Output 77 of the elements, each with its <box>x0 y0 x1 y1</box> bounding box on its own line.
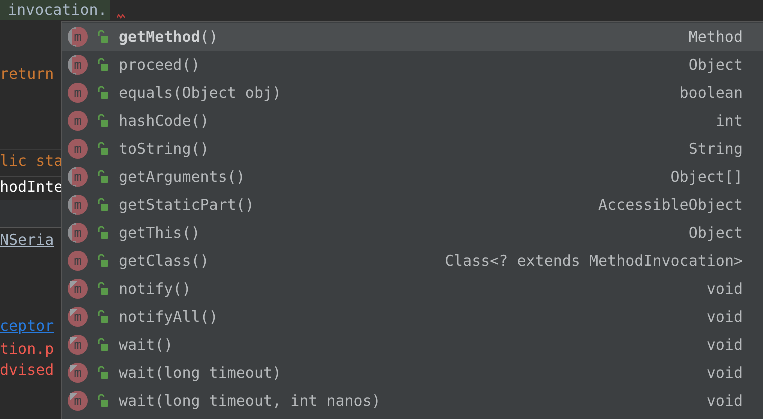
completion-item[interactable]: m getArguments() Object[] <box>62 163 763 191</box>
completion-item[interactable]: m notifyAll() void <box>62 303 763 331</box>
lock-icon <box>97 142 109 156</box>
method-icon: m <box>67 278 89 300</box>
return-type: AccessibleObject <box>598 196 743 214</box>
lock-icon <box>97 198 109 212</box>
return-type: void <box>706 392 743 410</box>
return-type: Object <box>688 56 743 74</box>
method-signature: notifyAll() <box>119 308 218 326</box>
method-signature: proceed() <box>119 56 200 74</box>
method-signature: wait() <box>119 336 174 354</box>
lock-icon <box>97 254 109 268</box>
completion-item[interactable]: m proceed() Object <box>62 51 763 79</box>
method-icon: m <box>67 110 89 132</box>
lock-icon <box>97 226 109 240</box>
return-type: void <box>706 336 743 354</box>
return-type: int <box>716 112 743 130</box>
code-line: ceptor <box>0 316 54 336</box>
method-icon: m <box>67 138 89 160</box>
method-signature: getMethod() <box>119 28 218 46</box>
method-signature: toString() <box>119 140 210 158</box>
completion-item[interactable]: m getMethod() Method <box>62 23 763 51</box>
method-icon: m <box>67 26 89 48</box>
error-squiggle-icon <box>117 14 126 19</box>
return-type: Object[] <box>670 168 743 186</box>
completion-item[interactable]: m notify() void <box>62 275 763 303</box>
method-icon: m <box>67 362 89 384</box>
method-icon: m <box>67 54 89 76</box>
method-icon: m <box>67 306 89 328</box>
completion-item[interactable]: m wait(long timeout, int nanos) void <box>62 387 763 415</box>
lock-icon <box>97 30 109 44</box>
method-icon: m <box>67 250 89 272</box>
completion-item[interactable]: m toString() String <box>62 135 763 163</box>
method-signature: wait(long timeout) <box>119 364 282 382</box>
code-line: hodInte <box>0 177 64 197</box>
completion-item[interactable]: m equals(Object obj) boolean <box>62 79 763 107</box>
method-icon: m <box>67 334 89 356</box>
code-line: return <box>0 64 54 84</box>
method-icon: m <box>67 166 89 188</box>
completion-item[interactable]: m wait(long timeout) void <box>62 359 763 387</box>
lock-icon <box>97 282 109 296</box>
method-icon: m <box>67 222 89 244</box>
method-signature: getStaticPart() <box>119 196 254 214</box>
method-signature: hashCode() <box>119 112 210 130</box>
method-signature: equals(Object obj) <box>119 84 282 102</box>
return-type: boolean <box>680 84 743 102</box>
completion-item[interactable]: m getClass() Class<? extends MethodInvocation> <box>62 247 763 275</box>
lock-icon <box>97 114 109 128</box>
completion-item[interactable]: m getStaticPart() AccessibleObject <box>62 191 763 219</box>
code-line: dvised <box>0 360 54 380</box>
code-line: tion.p <box>0 339 54 359</box>
return-type: Object <box>688 224 743 242</box>
return-type: Method <box>688 28 743 46</box>
method-signature: getArguments() <box>119 168 246 186</box>
return-type: String <box>688 140 743 158</box>
method-signature: wait(long timeout, int nanos) <box>119 392 381 410</box>
completion-item[interactable]: m wait() void <box>62 331 763 359</box>
method-icon: m <box>67 194 89 216</box>
return-type: void <box>706 280 743 298</box>
return-type: Class<? extends MethodInvocation> <box>444 252 743 270</box>
method-icon: m <box>67 390 89 412</box>
method-icon: m <box>67 82 89 104</box>
lock-icon <box>97 394 109 408</box>
lock-icon <box>97 58 109 72</box>
lock-icon <box>97 310 109 324</box>
completion-item[interactable]: m hashCode() int <box>62 107 763 135</box>
method-signature: getThis() <box>119 224 200 242</box>
lock-icon <box>97 338 109 352</box>
lock-icon <box>97 86 109 100</box>
lock-icon <box>97 366 109 380</box>
code-line: NSeria <box>0 230 54 250</box>
return-type: void <box>706 364 743 382</box>
lock-icon <box>97 170 109 184</box>
method-signature: notify() <box>119 280 192 298</box>
completion-item[interactable]: m getThis() Object <box>62 219 763 247</box>
return-type: void <box>706 308 743 326</box>
method-signature: getClass() <box>119 252 210 270</box>
